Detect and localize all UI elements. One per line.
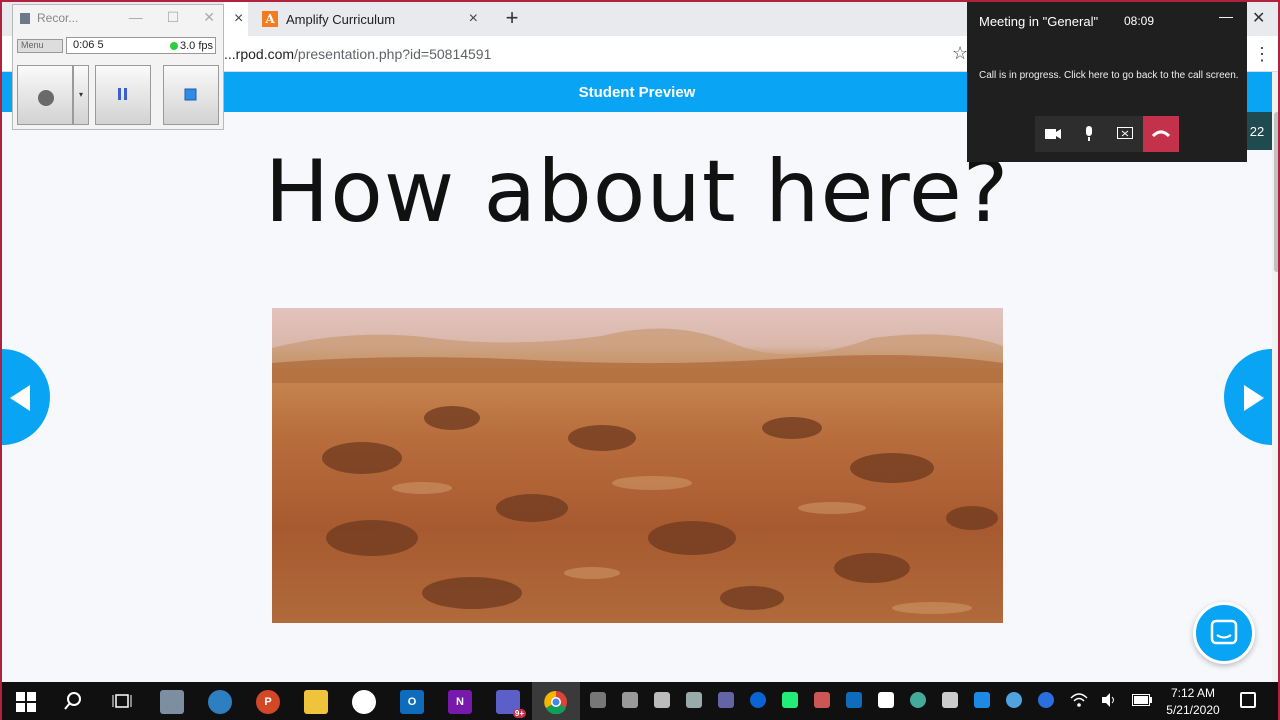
- windows-start-icon[interactable]: [16, 692, 36, 712]
- battery-icon[interactable]: [1132, 694, 1152, 706]
- screen-recorder-window: Recor... — ☐ ✕ Menu 0:06 5 3.0 fps ▾: [12, 4, 224, 130]
- record-icon: [38, 90, 54, 106]
- microphone-button[interactable]: [1071, 116, 1107, 152]
- screen: × A Amplify Curriculum × + ...rpod.com/p…: [0, 0, 1280, 720]
- tab-label: Amplify Curriculum: [286, 11, 396, 27]
- maximize-icon[interactable]: ☐: [167, 9, 180, 26]
- system-clock[interactable]: 7:12 AM 5/21/2020: [1160, 685, 1226, 719]
- tab-recorder-side[interactable]: ×: [224, 2, 248, 36]
- amplify-favicon-icon: A: [262, 11, 278, 27]
- close-tab-icon[interactable]: ×: [224, 10, 253, 28]
- teams-badge: 9+: [512, 709, 526, 718]
- teams-tray-icon[interactable]: [718, 692, 734, 708]
- outlook-icon[interactable]: O: [400, 690, 424, 714]
- url-host: ...rpod.com: [224, 46, 295, 62]
- url-path: /presentation.php?id=50814591: [294, 46, 492, 62]
- record-button[interactable]: [17, 65, 73, 125]
- chat-icon: [1210, 619, 1238, 645]
- tray-icon-3[interactable]: [654, 692, 670, 708]
- chrome-taskbar-button[interactable]: [532, 682, 580, 720]
- minimize-icon[interactable]: —: [1219, 8, 1233, 24]
- recorder-fps: 3.0 fps: [169, 40, 213, 52]
- stop-icon: [184, 88, 197, 101]
- onenote-icon[interactable]: N: [448, 690, 472, 714]
- stop-button[interactable]: [163, 65, 219, 125]
- share-screen-button[interactable]: [1107, 116, 1143, 152]
- tab-amplify-curriculum[interactable]: A Amplify Curriculum ×: [252, 2, 488, 36]
- windows-taskbar: P O N 9+ 7:12 AM 5/21/2020: [2, 682, 1278, 720]
- hang-up-button[interactable]: [1143, 116, 1179, 152]
- hang-up-icon: [1152, 130, 1170, 138]
- browser-menu-icon[interactable]: ⋮: [1253, 44, 1271, 65]
- camera-button[interactable]: [1035, 116, 1071, 152]
- clock-time: 7:12 AM: [1170, 686, 1216, 700]
- call-controls: [1035, 116, 1179, 152]
- wifi-icon[interactable]: [1070, 692, 1088, 708]
- pause-icon: [118, 88, 127, 100]
- onedrive-icon[interactable]: [750, 692, 766, 708]
- recorder-app-icon: [20, 13, 30, 24]
- url-text[interactable]: ...rpod.com/presentation.php?id=50814591: [224, 46, 491, 62]
- next-slide-button[interactable]: [1224, 349, 1272, 445]
- camera-icon: [1045, 129, 1061, 139]
- status-dot-icon: [169, 42, 178, 50]
- powerpoint-icon[interactable]: P: [256, 690, 280, 714]
- scrollbar-thumb[interactable]: [1274, 112, 1278, 272]
- teams-call-popup[interactable]: Meeting in "General" 08:09 — Call is in …: [967, 2, 1247, 162]
- tray-icon-8[interactable]: [910, 692, 926, 708]
- microphone-icon: [1086, 126, 1092, 141]
- new-tab-button[interactable]: +: [500, 5, 524, 30]
- fps-text: 3.0 fps: [179, 40, 213, 52]
- task-view-icon[interactable]: [112, 692, 132, 710]
- tray-icon-9[interactable]: [942, 692, 958, 708]
- chat-support-button[interactable]: [1193, 602, 1255, 664]
- chrome-icon: [544, 690, 567, 714]
- recorder-menu-button[interactable]: Menu: [17, 39, 63, 53]
- record-dropdown-button[interactable]: ▾: [73, 65, 89, 125]
- tray-icon-4[interactable]: [686, 692, 702, 708]
- previous-slide-button[interactable]: [2, 349, 50, 445]
- recorder-window-controls: — ☐ ✕: [129, 9, 215, 26]
- xbox-icon[interactable]: [352, 690, 376, 714]
- app-taskbar-icon[interactable]: [208, 690, 232, 714]
- meeting-duration: 08:09: [1124, 14, 1155, 28]
- close-icon[interactable]: ✕: [203, 9, 215, 26]
- arrow-right-icon: [1244, 385, 1264, 411]
- tray-icon-5[interactable]: [782, 692, 798, 708]
- volume-icon[interactable]: [1100, 692, 1118, 708]
- recorder-title: Recor...: [19, 11, 78, 25]
- share-screen-icon: [1117, 127, 1133, 139]
- tray-icon-10[interactable]: [974, 692, 990, 708]
- outlook-tray-icon[interactable]: [846, 692, 862, 708]
- tray-icon-2[interactable]: [622, 692, 638, 708]
- file-explorer-icon[interactable]: [304, 690, 328, 714]
- page-scrollbar[interactable]: [1272, 72, 1278, 682]
- close-tab-icon[interactable]: ×: [459, 10, 488, 28]
- bluetooth-icon[interactable]: [1038, 692, 1054, 708]
- notification-center-icon[interactable]: [1240, 692, 1256, 708]
- tray-icon-11[interactable]: [1006, 692, 1022, 708]
- pause-button[interactable]: [95, 65, 151, 125]
- minimize-icon[interactable]: —: [129, 9, 143, 26]
- mars-surface-image: [272, 308, 1003, 623]
- clock-date: 5/21/2020: [1166, 703, 1220, 717]
- tray-icon-7[interactable]: [878, 692, 894, 708]
- mars-terrain-graphic: [272, 328, 1003, 614]
- recorder-taskbar-icon[interactable]: [160, 690, 184, 714]
- teams-icon[interactable]: 9+: [496, 690, 526, 718]
- call-status-text[interactable]: Call is in progress. Click here to go ba…: [979, 70, 1239, 81]
- presentation-page: Student Preview 22 How about here?: [2, 72, 1272, 682]
- browser-close-icon[interactable]: ✕: [1252, 8, 1265, 28]
- recorder-title-text: Recor...: [37, 11, 79, 25]
- bookmark-star-icon[interactable]: ☆: [952, 43, 968, 64]
- search-icon[interactable]: [64, 692, 82, 710]
- meeting-title: Meeting in "General": [979, 14, 1099, 29]
- tray-icon-6[interactable]: [814, 692, 830, 708]
- arrow-left-icon: [10, 385, 30, 411]
- tray-icon-1[interactable]: [590, 692, 606, 708]
